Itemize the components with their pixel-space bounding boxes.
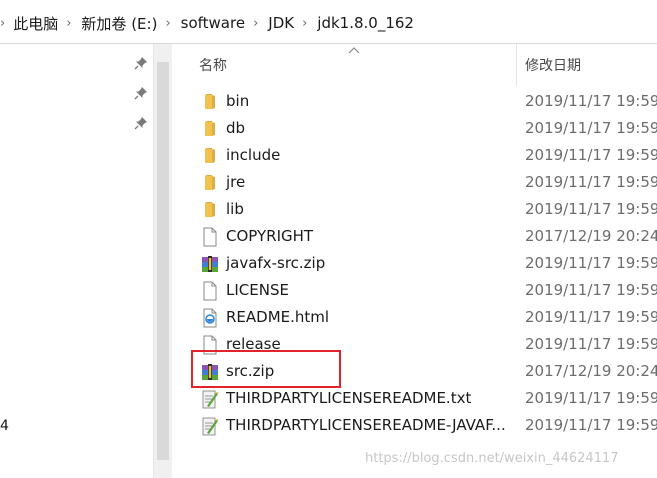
highlight-box xyxy=(191,350,341,388)
file-modified-date: 2019/11/17 19:59 xyxy=(525,308,657,326)
column-header-name[interactable]: 名称 xyxy=(199,55,227,75)
file-modified-date: 2019/11/17 19:59 xyxy=(525,254,657,272)
file-row[interactable]: README.html 2019/11/17 19:59 xyxy=(174,304,657,331)
pin-icon[interactable] xyxy=(134,86,148,100)
breadcrumb-separator-icon[interactable]: › xyxy=(165,16,170,31)
breadcrumb-item-software[interactable]: software xyxy=(181,14,245,32)
file-row[interactable]: COPYRIGHT 2017/12/19 20:24 xyxy=(174,223,657,250)
watermark: https://blog.csdn.net/weixin_44624117 xyxy=(365,451,619,466)
file-modified-date: 2019/11/17 19:59 xyxy=(525,389,657,407)
file-name: bin xyxy=(226,92,250,110)
folder-icon xyxy=(201,200,219,220)
file-name: jre xyxy=(226,173,246,191)
file-name: THIRDPARTYLICENSEREADME-JAVAF... xyxy=(226,416,506,434)
breadcrumb-item-drive[interactable]: 新加卷 (E:) xyxy=(81,13,157,34)
file-row[interactable]: THIRDPARTYLICENSEREADME-JAVAF... 2019/11/… xyxy=(174,412,657,439)
file-icon xyxy=(201,227,219,247)
file-row[interactable]: javafx-src.zip 2019/11/17 19:59 xyxy=(174,250,657,277)
file-name: db xyxy=(226,119,246,137)
file-modified-date: 2019/11/17 19:59 xyxy=(525,281,657,299)
file-modified-date: 2019/11/17 19:59 xyxy=(525,335,657,353)
breadcrumb-separator-icon[interactable]: › xyxy=(253,16,258,31)
file-row[interactable]: include 2019/11/17 19:59 xyxy=(174,142,657,169)
file-modified-date: 2017/12/19 20:24 xyxy=(525,227,657,245)
address-bar[interactable]: › 此电脑 › 新加卷 (E:) › software › JDK › jdk1… xyxy=(0,0,657,44)
column-header-date[interactable]: 修改日期 xyxy=(525,55,581,75)
html-file-icon xyxy=(201,308,219,328)
text-file-icon xyxy=(201,389,219,409)
file-modified-date: 2019/11/17 19:59 xyxy=(525,200,657,218)
navigation-pane: 4 xyxy=(0,44,154,478)
column-divider[interactable] xyxy=(516,44,517,86)
text-file-icon xyxy=(201,416,219,436)
file-row[interactable]: lib 2019/11/17 19:59 xyxy=(174,196,657,223)
folder-icon xyxy=(201,92,219,112)
file-row[interactable]: LICENSE 2019/11/17 19:59 xyxy=(174,277,657,304)
zip-archive-icon xyxy=(201,254,219,274)
breadcrumb-item-current-folder[interactable]: jdk1.8.0_162 xyxy=(317,14,414,32)
breadcrumb-separator-icon[interactable]: › xyxy=(0,16,5,31)
file-name: THIRDPARTYLICENSEREADME.txt xyxy=(226,389,472,407)
file-row[interactable]: jre 2019/11/17 19:59 xyxy=(174,169,657,196)
file-name: lib xyxy=(226,200,244,218)
file-name: javafx-src.zip xyxy=(226,254,326,272)
nav-item-partial[interactable]: 4 xyxy=(0,418,9,434)
scrollbar-thumb[interactable] xyxy=(157,62,169,460)
nav-scrollbar[interactable] xyxy=(153,44,172,478)
pin-icon[interactable] xyxy=(134,56,148,70)
file-modified-date: 2017/12/19 20:24 xyxy=(525,362,657,380)
file-row[interactable]: THIRDPARTYLICENSEREADME.txt 2019/11/17 19… xyxy=(174,385,657,412)
pin-icon[interactable] xyxy=(134,116,148,130)
file-row[interactable]: bin 2019/11/17 19:59 xyxy=(174,88,657,115)
file-icon xyxy=(201,281,219,301)
file-modified-date: 2019/11/17 19:59 xyxy=(525,173,657,191)
breadcrumb: › 此电脑 › 新加卷 (E:) › software › JDK › jdk1… xyxy=(0,12,414,34)
file-name: README.html xyxy=(226,308,330,326)
folder-icon xyxy=(201,173,219,193)
file-modified-date: 2019/11/17 19:59 xyxy=(525,416,657,434)
file-name: COPYRIGHT xyxy=(226,227,314,245)
breadcrumb-separator-icon[interactable]: › xyxy=(66,16,71,31)
folder-icon xyxy=(201,119,219,139)
file-name: LICENSE xyxy=(226,281,289,299)
file-modified-date: 2019/11/17 19:59 xyxy=(525,146,657,164)
breadcrumb-item-this-pc[interactable]: 此电脑 xyxy=(13,13,58,34)
file-name: include xyxy=(226,146,281,164)
file-row[interactable]: db 2019/11/17 19:59 xyxy=(174,115,657,142)
column-header: 名称 修改日期 xyxy=(174,44,657,86)
breadcrumb-separator-icon[interactable]: › xyxy=(302,16,307,31)
file-modified-date: 2019/11/17 19:59 xyxy=(525,92,657,110)
sort-ascending-icon xyxy=(348,47,360,54)
file-modified-date: 2019/11/17 19:59 xyxy=(525,119,657,137)
breadcrumb-item-jdk[interactable]: JDK xyxy=(268,14,294,32)
file-list: 名称 修改日期 bin 2019/11/17 19:59 db 2019/11/17 … xyxy=(174,44,657,478)
folder-icon xyxy=(201,146,219,166)
